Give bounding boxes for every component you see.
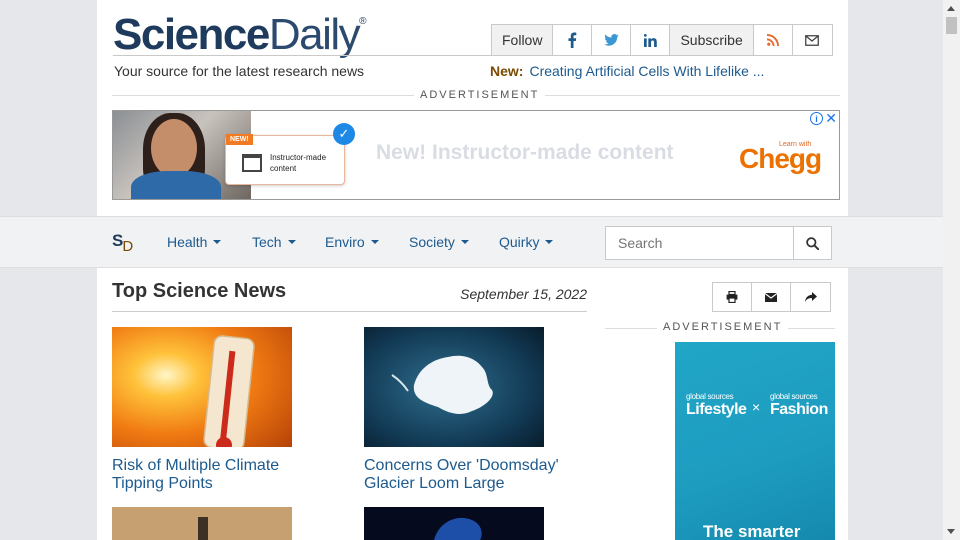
rss-icon (766, 34, 779, 46)
sciencedaily-logo[interactable]: ScienceDaily® (113, 10, 367, 60)
email-button[interactable] (793, 25, 832, 55)
nav-logo-d: D (122, 238, 134, 255)
nav-item-label: Health (167, 234, 208, 250)
scrollbar-thumb[interactable] (946, 17, 957, 34)
section-divider (112, 311, 587, 312)
story-photo-icon (112, 507, 292, 540)
caret-down-icon (460, 240, 469, 245)
caret-down-icon (545, 240, 554, 245)
story-link-glacier[interactable]: Concerns Over 'Doomsday' Glacier Loom La… (364, 457, 574, 493)
banner-ad[interactable]: NEW! Instructor-made content ✓ New! Inst… (112, 110, 840, 200)
ad-times: × (752, 399, 761, 415)
ad-new-tag: NEW! (226, 134, 253, 145)
twitter-button[interactable] (592, 25, 632, 55)
nav-item-health[interactable]: Health (167, 234, 222, 250)
social-bar: Follow Subscribe (491, 24, 833, 56)
antarctica-satellite-image (364, 327, 544, 447)
header-divider (113, 55, 832, 56)
search-button[interactable] (793, 226, 832, 260)
ad-brand-lifestyle: global sources Lifestyle (686, 392, 747, 419)
thermometer-heat-image (112, 327, 292, 447)
section-date: September 15, 2022 (460, 286, 587, 302)
nav-item-quirky[interactable]: Quirky (499, 234, 554, 250)
nav-item-tech[interactable]: Tech (252, 234, 296, 250)
ad-brand-fashion: global sources Fashion (770, 392, 828, 419)
section-title: Top Science News (112, 280, 287, 302)
caret-down-icon (370, 240, 379, 245)
search-input[interactable] (605, 226, 794, 260)
ad-label-side: ADVERTISEMENT (657, 321, 789, 333)
story-image-glacier[interactable] (364, 327, 544, 447)
ad-headline: New! Instructor-made content (376, 141, 674, 164)
email-share-button[interactable] (752, 283, 791, 311)
nav-item-enviro[interactable]: Enviro (325, 234, 379, 250)
scroll-up-icon[interactable] (947, 6, 955, 11)
logo-science: Science (113, 10, 270, 59)
ad-label-top: ADVERTISEMENT (414, 89, 546, 101)
nav-item-label: Quirky (499, 234, 540, 250)
side-ad[interactable]: global sources Lifestyle × global source… (675, 342, 835, 540)
new-label: New: (490, 63, 524, 79)
nav-item-label: Tech (252, 234, 282, 250)
rss-button[interactable] (754, 25, 793, 55)
logo-daily: Daily (268, 10, 361, 59)
share-button[interactable] (791, 283, 830, 311)
nav-item-label: Society (409, 234, 455, 250)
envelope-icon (805, 34, 820, 46)
building-icon (242, 154, 262, 172)
caret-down-icon (213, 240, 222, 245)
envelope-icon (765, 292, 777, 302)
nav-sd-logo[interactable]: SD (112, 231, 133, 255)
story-image-4[interactable] (364, 507, 544, 540)
chegg-logo: Chegg (739, 143, 822, 174)
ad-card: NEW! Instructor-made content (225, 134, 345, 185)
story-image-3[interactable] (112, 507, 292, 540)
subscribe-label: Subscribe (670, 25, 754, 55)
new-story-link[interactable]: Creating Artificial Cells With Lifelike … (529, 63, 764, 79)
ad-card-text: Instructor-made content (270, 153, 327, 173)
ad-tagline: The smarter (703, 522, 801, 540)
vertical-scrollbar[interactable] (943, 0, 960, 540)
scroll-down-icon[interactable] (947, 529, 955, 534)
linkedin-button[interactable] (631, 25, 671, 55)
page-container: ScienceDaily® Your source for the latest… (97, 0, 848, 540)
caret-down-icon (287, 240, 296, 245)
ad-close-icon[interactable]: ✕ (825, 111, 837, 127)
linkedin-icon (643, 33, 657, 47)
print-button[interactable] (713, 283, 752, 311)
ad-info-icon[interactable]: i (810, 112, 823, 125)
ad-brand-small-1: global sources (686, 392, 734, 401)
logo-registered-mark: ® (359, 16, 367, 27)
share-arrow-icon (804, 292, 817, 302)
twitter-icon (604, 34, 619, 46)
search-icon (806, 236, 819, 250)
share-toolbar (712, 282, 831, 312)
ad-brand-big-1: Lifestyle (686, 401, 747, 418)
follow-label: Follow (492, 25, 554, 55)
ad-brand-big-2: Fashion (770, 401, 828, 418)
story-image-climate[interactable] (112, 327, 292, 447)
site-tagline: Your source for the latest research news (114, 63, 365, 79)
new-story-line: New: Creating Artificial Cells With Lifel… (490, 63, 764, 79)
facebook-button[interactable] (553, 25, 593, 55)
nav-item-society[interactable]: Society (409, 234, 469, 250)
nav-item-label: Enviro (325, 234, 365, 250)
facebook-icon (568, 32, 577, 48)
ad-brand-small-2: global sources (770, 392, 818, 401)
print-icon (726, 291, 738, 303)
story-link-climate[interactable]: Risk of Multiple Climate Tipping Points (112, 457, 322, 493)
main-navbar: SD Health Tech Enviro Society Quirky (0, 216, 943, 268)
verified-check-icon: ✓ (333, 123, 355, 145)
story-photo-icon (364, 507, 544, 540)
